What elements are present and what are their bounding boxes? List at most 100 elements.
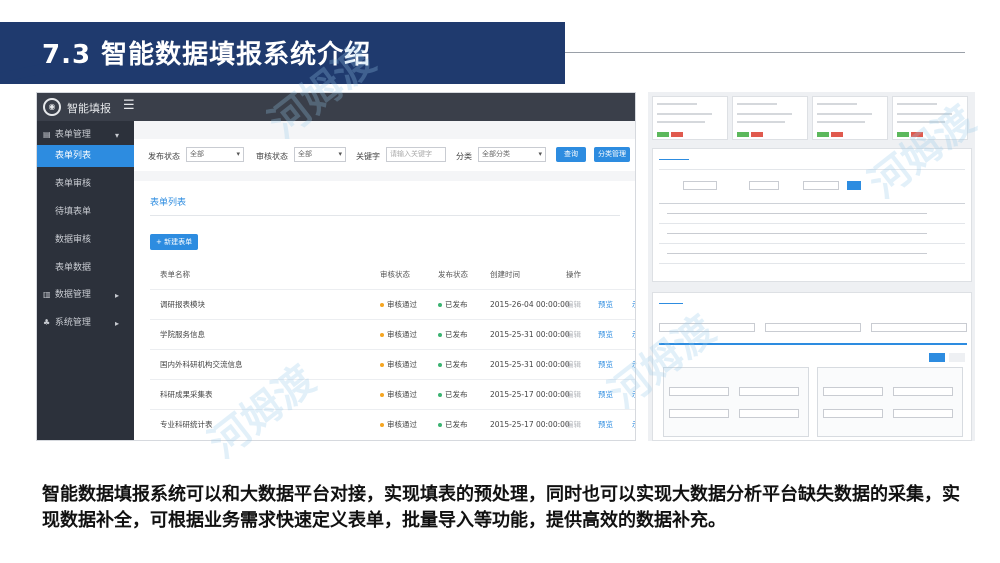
- sidebar-group-label: 数据管理: [54, 290, 91, 300]
- row-more-link[interactable]: 示: [632, 290, 635, 320]
- app-topbar: ◉ 智能填报 ☰: [37, 93, 635, 121]
- sidebar-group-data[interactable]: ▥ 数据管理: [43, 287, 91, 303]
- status-dot-icon: [380, 423, 384, 427]
- sidebar-item-data-review[interactable]: 数据审核: [37, 229, 134, 251]
- chart-icon: ▥: [43, 290, 51, 299]
- keyword-input[interactable]: 请输入关键字: [386, 147, 446, 162]
- category-label: 分类: [456, 152, 472, 161]
- row-review-status: 审核通过: [380, 350, 417, 380]
- status-dot-icon: [438, 393, 442, 397]
- keyword-label: 关键字: [356, 152, 380, 161]
- mini-form-card: [812, 96, 888, 140]
- sidebar-group-system[interactable]: ♣ 系统管理: [43, 315, 91, 331]
- sidebar-item-pending-forms[interactable]: 待填表单: [37, 201, 134, 223]
- filter-bar: 发布状态 全部 ▾ 审核状态 全部 ▾ 关键字 请输入关键字 分类 全部分类 ▾…: [134, 139, 635, 171]
- row-more-link[interactable]: 示: [632, 410, 635, 440]
- status-dot-icon: [380, 303, 384, 307]
- col-header-review: 审核状态: [380, 270, 410, 279]
- row-time: 2015-26-04 00:00:00: [490, 300, 570, 309]
- col-header-name: 表单名称: [160, 270, 190, 279]
- field-column: [663, 367, 809, 437]
- row-preview-link[interactable]: 预览: [598, 290, 613, 320]
- status-dot-icon: [438, 423, 442, 427]
- status-dot-icon: [380, 393, 384, 397]
- form-icon: ▤: [43, 130, 51, 139]
- row-review-status: 审核通过: [380, 380, 417, 410]
- status-tag: [897, 132, 909, 137]
- col-header-time: 创建时间: [490, 270, 520, 279]
- field-column: [817, 367, 963, 437]
- publish-status-select[interactable]: 全部 ▾: [186, 147, 244, 162]
- sidebar-group-form[interactable]: ▤ 表单管理: [43, 127, 91, 143]
- app-name: 智能填报: [67, 102, 111, 115]
- row-more-link[interactable]: 示: [632, 350, 635, 380]
- chevron-down-icon: ▾: [538, 150, 542, 158]
- row-edit-link[interactable]: 编辑: [566, 320, 581, 350]
- status-dot-icon: [438, 303, 442, 307]
- row-time: 2015-25-31 00:00:00: [490, 330, 570, 339]
- status-tag: [657, 132, 669, 137]
- mini-form-card: [652, 96, 728, 140]
- category-manage-button[interactable]: 分类管理: [594, 147, 630, 162]
- row-publish-status: 已发布: [438, 320, 468, 350]
- hamburger-menu-icon[interactable]: ☰: [123, 98, 135, 113]
- status-tag: [751, 132, 763, 137]
- publish-status-label: 发布状态: [148, 152, 180, 161]
- row-time: 2015-25-31 00:00:00: [490, 360, 570, 369]
- row-publish-status: 已发布: [438, 290, 468, 320]
- table-row: 调研报表模块 审核通过 已发布 2015-26-04 00:00:00 编辑 预…: [150, 289, 635, 320]
- status-dot-icon: [438, 333, 442, 337]
- divider: [150, 215, 620, 216]
- search-button[interactable]: [847, 181, 861, 190]
- row-preview-link[interactable]: 预览: [598, 410, 613, 440]
- chevron-down-icon: ▾: [236, 150, 240, 158]
- review-status-select[interactable]: 全部 ▾: [294, 147, 346, 162]
- slide-description: 智能数据填报系统可以和大数据平台对接，实现填表的预处理，同时也可以实现大数据分析…: [42, 484, 960, 531]
- sidebar-item-form-data[interactable]: 表单数据: [37, 257, 134, 279]
- status-tag: [831, 132, 843, 137]
- sidebar-item-form-review[interactable]: 表单审核: [37, 173, 134, 195]
- col-header-actions: 操作: [566, 270, 581, 279]
- row-more-link[interactable]: 示: [632, 320, 635, 350]
- row-review-status: 审核通过: [380, 320, 417, 350]
- status-dot-icon: [438, 363, 442, 367]
- cancel-button[interactable]: [949, 353, 965, 362]
- status-dot-icon: [380, 363, 384, 367]
- row-publish-status: 已发布: [438, 350, 468, 380]
- row-name: 学院服务信息: [160, 330, 205, 339]
- category-value: 全部分类: [482, 150, 510, 158]
- row-preview-link[interactable]: 预览: [598, 380, 613, 410]
- save-button[interactable]: [929, 353, 945, 362]
- sidebar-group-label: 系统管理: [54, 318, 91, 328]
- chevron-right-icon: ▸: [115, 291, 120, 300]
- row-edit-link[interactable]: 编辑: [566, 350, 581, 380]
- sidebar-item-form-list[interactable]: 表单列表: [37, 145, 134, 167]
- category-select[interactable]: 全部分类 ▾: [478, 147, 546, 162]
- row-edit-link[interactable]: 编辑: [566, 410, 581, 440]
- mini-form-card: [732, 96, 808, 140]
- row-name: 国内外科研机构交流信息: [160, 360, 243, 369]
- row-more-link[interactable]: 示: [632, 380, 635, 410]
- slide-title: 7.3 智能数据填报系统介绍: [42, 40, 372, 70]
- form-list-title: 表单列表: [150, 198, 187, 208]
- form-list-card: 表单列表 + 新建表单 表单名称 审核状态 发布状态 创建时间 操作 调研报表模…: [134, 181, 635, 440]
- row-edit-link[interactable]: 编辑: [566, 380, 581, 410]
- row-preview-link[interactable]: 预览: [598, 350, 613, 380]
- secondary-screenshots: [648, 92, 975, 441]
- status-tag: [817, 132, 829, 137]
- chevron-down-icon: ▾: [115, 131, 120, 140]
- title-rule: [565, 52, 965, 53]
- row-edit-link[interactable]: 编辑: [566, 290, 581, 320]
- review-status-label: 审核状态: [256, 152, 288, 161]
- publish-status-value: 全部: [190, 150, 204, 158]
- search-button[interactable]: 查询: [556, 147, 586, 162]
- app-sidebar: ▤ 表单管理 ▾ 表单列表 表单审核 待填表单 数据审核 表单数据 ▥ 数据管理…: [37, 121, 134, 440]
- status-dot-icon: [380, 333, 384, 337]
- add-form-button[interactable]: + 新建表单: [150, 234, 199, 250]
- row-name: 调研报表模块: [160, 300, 205, 309]
- table-row: 科研成果采集表 审核通过 已发布 2015-25-17 00:00:00 编辑 …: [150, 379, 635, 410]
- form-app-screenshot: ◉ 智能填报 ☰ ▤ 表单管理 ▾ 表单列表 表单审核 待填表单 数据审核 表单…: [36, 92, 636, 441]
- row-preview-link[interactable]: 预览: [598, 320, 613, 350]
- chevron-down-icon: ▾: [338, 150, 342, 158]
- row-publish-status: 已发布: [438, 380, 468, 410]
